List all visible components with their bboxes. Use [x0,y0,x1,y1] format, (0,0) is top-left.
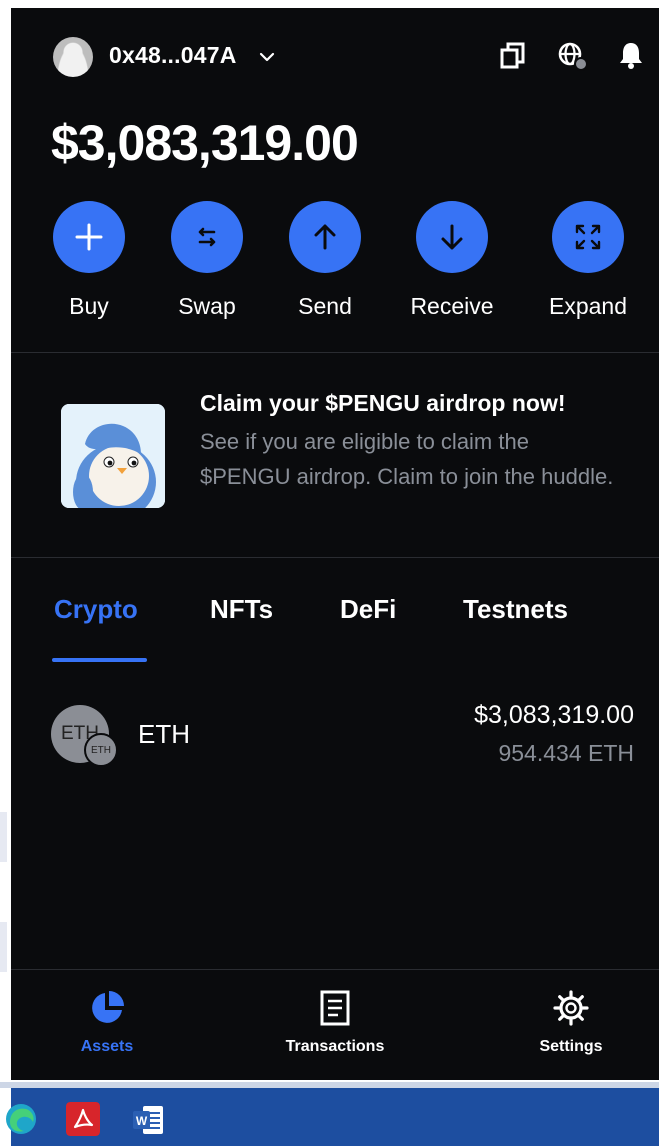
account-selector[interactable]: 0x48...047A [109,42,237,69]
active-tab-indicator [52,658,147,662]
eth-network-badge: ETH [84,733,118,767]
header: 0x48...047A [11,8,659,104]
pengu-promo-image[interactable] [61,404,165,508]
divider [11,352,659,353]
divider [11,969,659,970]
pie-chart-icon [92,991,124,1023]
margin-decoration [0,812,7,862]
copy-icon[interactable] [497,39,529,71]
divider [11,557,659,558]
swap-button[interactable]: Swap [147,201,267,320]
tab-defi[interactable]: DeFi [340,594,396,625]
expand-button[interactable]: Expand [528,201,648,320]
tab-crypto[interactable]: Crypto [54,594,138,625]
tab-testnets[interactable]: Testnets [463,594,568,625]
nav-assets-label: Assets [80,1038,134,1055]
promo-description: See if you are eligible to claim the $PE… [200,429,614,489]
swap-label: Swap [178,293,236,319]
nav-transactions[interactable]: Transactions [255,988,415,1056]
asset-token-amount: 954.434 ETH [498,740,634,766]
buy-circle[interactable] [53,201,125,273]
send-button[interactable]: Send [265,201,385,320]
receive-label: Receive [410,293,494,319]
receive-button[interactable]: Receive [392,201,512,320]
chevron-down-icon[interactable] [258,48,276,66]
background-margin [0,0,11,1088]
promo-title[interactable]: Claim your $PENGU airdrop now! [200,390,566,417]
arrow-up-icon [314,224,336,250]
word-icon[interactable]: W [133,1104,165,1136]
buy-label: Buy [69,293,109,319]
buy-button[interactable]: Buy [29,201,149,320]
expand-label: Expand [548,293,627,319]
asset-name: ETH [138,719,190,749]
expand-icon [575,224,601,250]
nav-assets[interactable]: Assets [27,988,187,1056]
edge-icon[interactable] [4,1102,38,1136]
asset-fiat-value: $3,083,319.00 [474,701,634,729]
margin-decoration [0,922,7,972]
swap-circle[interactable] [171,201,243,273]
wallet-app: 0x48...047A $3,083,319.00 Buy Swap Send … [11,8,659,1080]
send-label: Send [298,293,352,319]
tab-nfts[interactable]: NFTs [210,594,273,625]
send-circle[interactable] [289,201,361,273]
windows-taskbar [11,1088,659,1146]
nav-settings-label: Settings [539,1038,603,1055]
plus-icon [75,223,103,251]
gear-icon [553,990,589,1026]
bell-icon[interactable] [615,39,647,71]
swap-icon [198,227,216,247]
globe-icon[interactable] [556,39,588,71]
word-letter: W [136,1114,148,1128]
eth-badge-text: ETH [91,744,111,756]
document-icon [320,990,350,1026]
acrobat-icon[interactable] [66,1102,100,1136]
receive-circle[interactable] [416,201,488,273]
nav-transactions-label: Transactions [285,1038,385,1055]
total-balance: $3,083,319.00 [51,115,359,171]
arrow-down-icon [441,224,463,250]
avatar[interactable] [53,37,93,77]
expand-circle[interactable] [552,201,624,273]
nav-settings[interactable]: Settings [491,988,651,1056]
penguin-icon [61,404,165,508]
